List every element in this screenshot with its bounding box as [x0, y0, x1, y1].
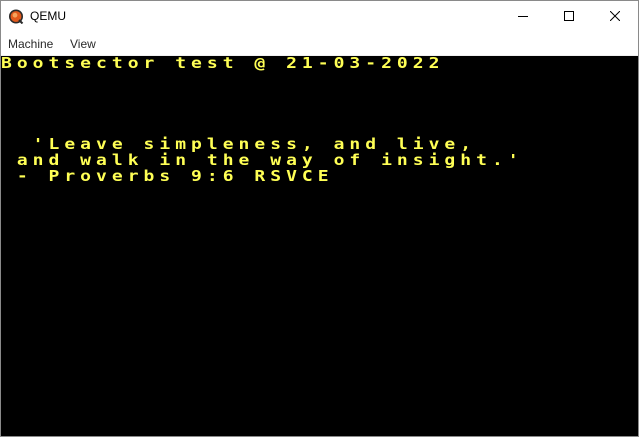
close-button[interactable]: [592, 1, 638, 32]
close-icon: [609, 8, 621, 26]
minimize-button[interactable]: [500, 1, 546, 32]
screen-line-citation: - Proverbs 9:6 RSVCE: [1, 167, 334, 186]
window-title: QEMU: [30, 9, 66, 23]
maximize-icon: [564, 8, 574, 26]
screen-line-quote-1: 'Leave simpleness, and live,: [1, 135, 477, 154]
minimize-icon: [518, 8, 528, 26]
menu-item-machine[interactable]: Machine: [8, 37, 53, 51]
qemu-window: QEMU Machine View Bootsector test @ 21-0…: [0, 0, 639, 437]
maximize-button[interactable]: [546, 1, 592, 32]
screen-line-boot-message: Bootsector test @ 21-03-2022: [1, 56, 445, 73]
title-bar[interactable]: QEMU: [1, 1, 638, 32]
menu-bar: Machine View: [1, 32, 638, 56]
qemu-app-icon[interactable]: [8, 8, 24, 25]
emulator-screen[interactable]: Bootsector test @ 21-03-2022 'Leave simp…: [1, 56, 638, 436]
menu-item-view[interactable]: View: [70, 37, 96, 51]
screen-line-quote-2: and walk in the way of insight.': [1, 151, 524, 170]
